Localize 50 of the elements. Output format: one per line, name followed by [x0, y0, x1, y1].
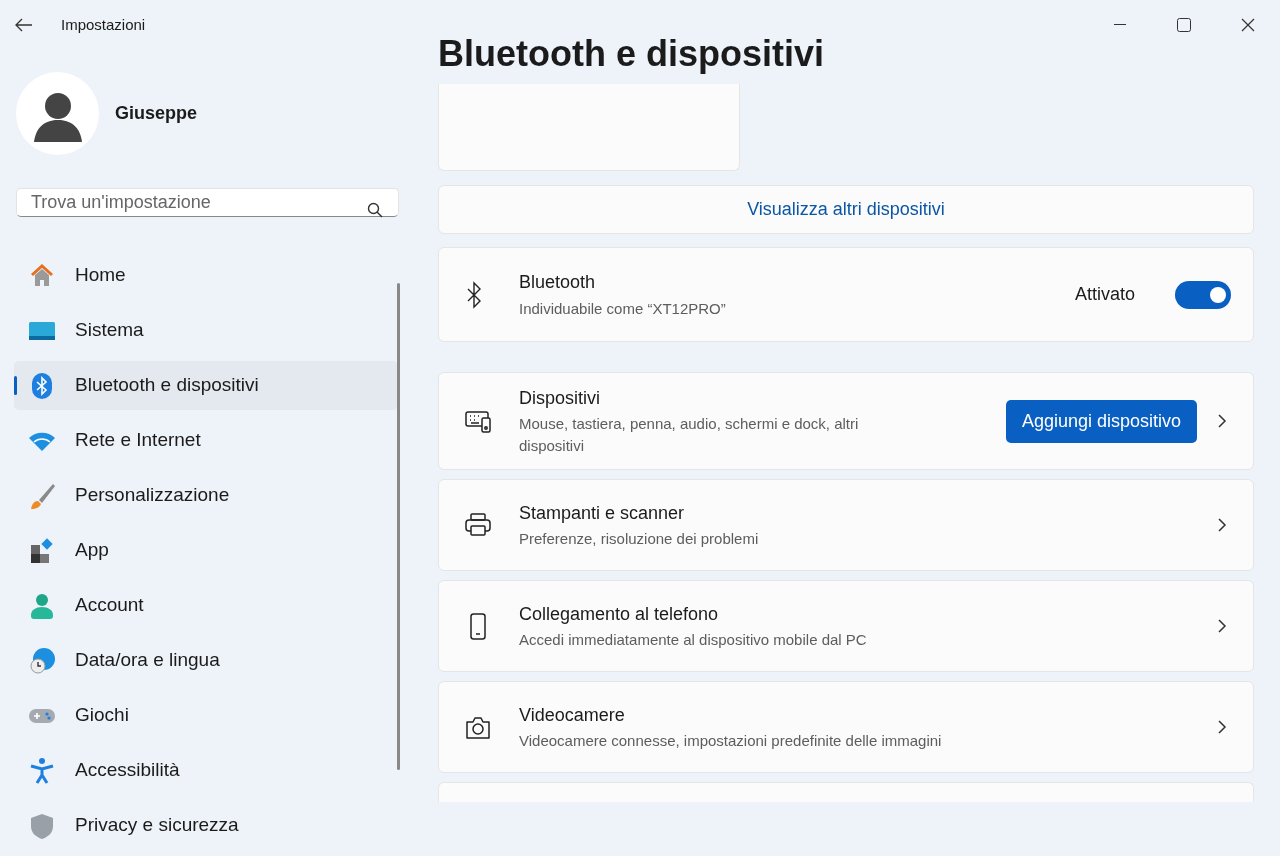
sidebar-item[interactable]: Bluetooth e dispositivi [14, 361, 398, 410]
shield-icon [28, 811, 56, 840]
sidebar-item[interactable]: Account [14, 581, 398, 630]
settings-row[interactable]: Videocamere Videocamere connesse, impostazioni predefinite delle immagini [438, 681, 1254, 773]
settings-row[interactable]: Stampanti e scanner Preferenze, risoluzione dei problemi [438, 479, 1254, 571]
scrollbar[interactable] [397, 283, 400, 770]
sidebar-item[interactable]: Home [14, 251, 398, 300]
setting-title: Stampanti e scanner [519, 502, 686, 525]
setting-description: Accedi immediatamente al dispositivo mobile dal PC [519, 630, 868, 650]
setting-description: Preferenze, risoluzione dei problemi [519, 529, 760, 549]
sidebar-item[interactable]: Sistema [14, 306, 398, 355]
settings-row[interactable]: Dispositivi Mouse, tastiera, penna, audio, schermi e dock, altri dispositivi Aggiungi dispositivo [438, 372, 1254, 470]
page-title: Bluetooth e dispositivi [438, 32, 824, 76]
brush-icon [28, 481, 56, 510]
setting-title: Videocamere [519, 704, 626, 727]
globe-clock-icon [28, 646, 56, 675]
add-device-button[interactable]: Aggiungi dispositivo [1005, 399, 1197, 443]
window-title: Impostazioni [61, 14, 146, 35]
search-icon [367, 202, 383, 218]
user-name: Giuseppe [115, 102, 198, 125]
selection-indicator [14, 376, 17, 395]
sidebar-item[interactable]: Giochi [14, 691, 398, 740]
sidebar-item[interactable]: Data/ora e lingua [14, 636, 398, 685]
sidebar-item[interactable]: Accessibilità [14, 746, 398, 795]
settings-row[interactable]: Collegamento al telefono Accedi immediatamente al dispositivo mobile dal PC [438, 580, 1254, 672]
setting-description: Individuabile come “XT12PRO” [519, 298, 726, 319]
setting-title: Dispositivi [519, 387, 602, 410]
chevron-right-icon [1217, 719, 1227, 735]
accessibility-icon [28, 756, 56, 785]
maximize-icon [1177, 18, 1191, 32]
setting-title: Bluetooth [519, 270, 597, 294]
back-arrow-icon [15, 18, 33, 32]
setting-description: Videocamere connesse, impostazioni predefinite delle immagini [519, 731, 943, 751]
sidebar-item[interactable]: Privacy e sicurezza [14, 801, 398, 850]
search-field[interactable]: Trova un'impostazione [16, 188, 399, 217]
chevron-right-icon [1217, 517, 1227, 533]
toggle-state-label: Attivato [1074, 283, 1135, 306]
sidebar-item[interactable]: App [14, 526, 398, 575]
setting-title: Collegamento al telefono [519, 603, 720, 626]
chevron-right-icon [1217, 413, 1227, 429]
printer-icon [464, 511, 492, 539]
close-icon [1241, 18, 1255, 32]
person-icon [28, 591, 56, 620]
show-more-link[interactable]: Visualizza altri dispositivi [438, 185, 1254, 234]
bluetooth-toggle[interactable] [1175, 280, 1231, 309]
sidebar-item[interactable]: Personalizzazione [14, 471, 398, 520]
setting-description: Mouse, tastiera, penna, audio, schermi e dock, altri dispositivi [519, 414, 860, 456]
chevron-right-icon [1217, 618, 1227, 634]
minimize-icon [1114, 24, 1126, 26]
sidebar-item[interactable]: Rete e Internet [14, 416, 398, 465]
